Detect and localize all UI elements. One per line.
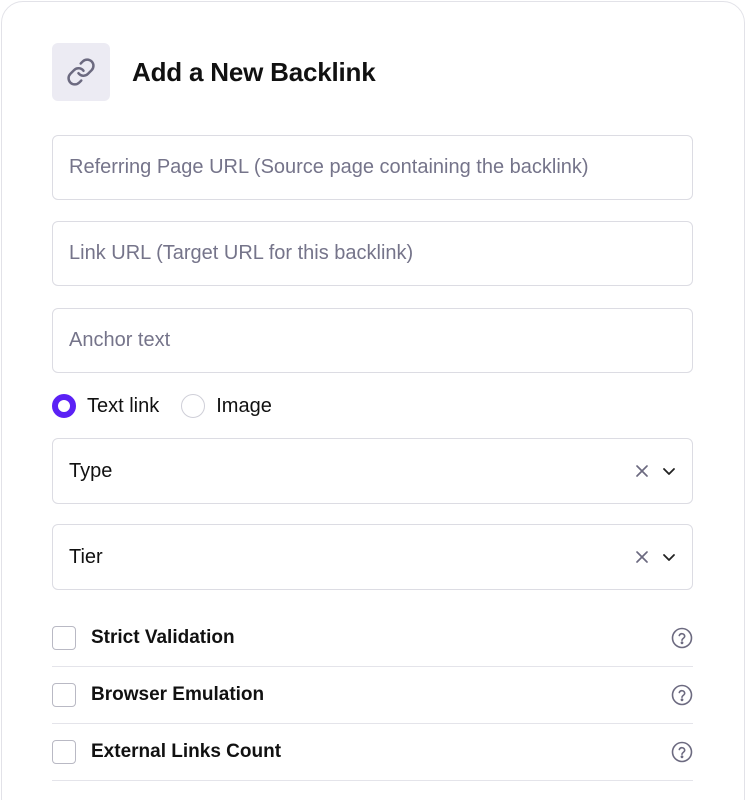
browser-emulation-label: Browser Emulation xyxy=(91,684,265,705)
option-row-browser-emulation: Browser Emulation xyxy=(52,667,693,724)
external-links-count-checkbox[interactable] xyxy=(52,740,76,764)
close-icon[interactable] xyxy=(634,549,650,565)
type-select[interactable]: Type xyxy=(52,438,693,504)
link-url-field[interactable] xyxy=(52,221,693,286)
tier-select[interactable]: Tier xyxy=(52,524,693,590)
text-link-label: Text link xyxy=(87,394,160,417)
page-title: Add a New Backlink xyxy=(132,56,376,87)
image-radio[interactable] xyxy=(181,394,206,418)
link-format-radio-group: Text link Image xyxy=(52,393,272,419)
chevron-down-icon[interactable] xyxy=(662,464,676,478)
browser-emulation-checkbox[interactable] xyxy=(52,683,76,707)
image-label: Image xyxy=(216,394,272,417)
tier-select-value: Tier xyxy=(69,545,103,568)
help-circle-icon[interactable] xyxy=(671,627,693,649)
link-icon-badge xyxy=(52,43,110,101)
link-icon xyxy=(67,58,95,86)
option-row-external-links-count: External Links Count xyxy=(52,724,693,781)
radio-option-image[interactable]: Image xyxy=(181,394,272,418)
referring-page-url-field[interactable] xyxy=(52,135,693,200)
anchor-text-input[interactable] xyxy=(53,309,692,372)
text-link-radio[interactable] xyxy=(52,394,76,418)
help-circle-icon[interactable] xyxy=(671,684,693,706)
external-links-count-label: External Links Count xyxy=(91,741,282,762)
link-url-input[interactable] xyxy=(53,222,692,285)
card-header: Add a New Backlink xyxy=(52,43,376,101)
referring-page-url-input[interactable] xyxy=(53,136,692,199)
help-circle-icon[interactable] xyxy=(671,741,693,763)
radio-option-text-link[interactable]: Text link xyxy=(52,394,159,418)
chevron-down-icon[interactable] xyxy=(662,550,676,564)
option-row-strict-validation: Strict Validation xyxy=(52,610,693,667)
strict-validation-label: Strict Validation xyxy=(91,627,235,648)
anchor-text-field[interactable] xyxy=(52,308,693,373)
close-icon[interactable] xyxy=(634,463,650,479)
type-select-value: Type xyxy=(69,459,113,482)
strict-validation-checkbox[interactable] xyxy=(52,626,76,650)
